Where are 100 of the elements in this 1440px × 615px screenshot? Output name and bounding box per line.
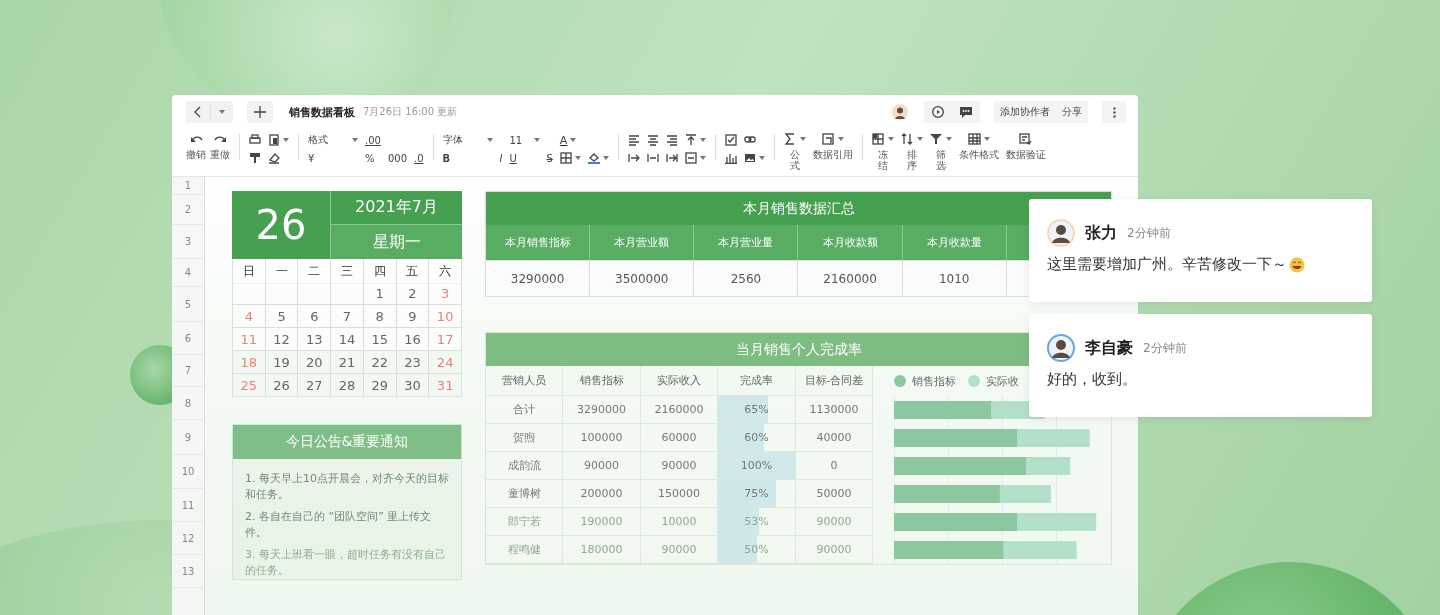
calendar-date[interactable]: 27 xyxy=(298,374,332,397)
thousands-button[interactable]: 000 xyxy=(387,151,407,165)
caret-icon[interactable] xyxy=(699,156,706,160)
caret-icon[interactable] xyxy=(916,137,923,141)
caret-icon[interactable] xyxy=(758,156,765,160)
caret-icon[interactable] xyxy=(486,138,493,142)
decimal-decrease-button[interactable]: .0 xyxy=(414,151,424,165)
calendar-date[interactable]: 26 xyxy=(265,374,299,397)
sort-icon[interactable] xyxy=(900,133,914,145)
formula-button[interactable]: 公式 xyxy=(783,132,806,171)
conditional-format-button[interactable]: 条件格式 xyxy=(958,132,999,160)
play-icon[interactable] xyxy=(932,106,944,118)
merge-cells-icon[interactable] xyxy=(684,152,697,164)
font-size-dropdown[interactable]: 11 xyxy=(509,133,540,147)
validation-icon[interactable] xyxy=(1019,133,1033,145)
decimal-increase-button[interactable]: .00 xyxy=(365,133,381,147)
calendar-date[interactable]: 15 xyxy=(363,328,397,351)
calendar-date[interactable]: 2 xyxy=(396,282,430,305)
underline-button[interactable]: U xyxy=(509,151,540,165)
calendar-date[interactable]: 30 xyxy=(396,374,430,397)
strikethrough-button[interactable]: S xyxy=(546,151,553,165)
calendar-date[interactable]: 9 xyxy=(396,305,430,328)
italic-button[interactable]: I xyxy=(499,151,503,165)
caret-icon[interactable] xyxy=(602,156,609,160)
wrap-icon[interactable] xyxy=(646,152,659,164)
freeze-icon[interactable] xyxy=(871,133,885,145)
checkbox-icon[interactable] xyxy=(724,134,737,146)
calendar-date[interactable]: 1 xyxy=(363,282,397,305)
caret-icon[interactable] xyxy=(352,138,358,142)
sort-button[interactable]: 排序 xyxy=(900,132,923,171)
font-color-button[interactable]: A xyxy=(559,133,581,147)
link-icon[interactable] xyxy=(743,134,756,146)
align-right-icon[interactable] xyxy=(665,134,678,146)
bold-button[interactable]: B xyxy=(442,151,493,165)
sigma-icon[interactable] xyxy=(783,133,797,145)
overflow-icon[interactable] xyxy=(665,152,678,164)
border-icon[interactable] xyxy=(559,152,572,164)
calendar-date[interactable]: 14 xyxy=(331,328,364,351)
clipboard-icon[interactable] xyxy=(268,134,280,146)
calendar-date[interactable]: 13 xyxy=(298,328,332,351)
table-icon[interactable] xyxy=(967,133,981,145)
calendar-date[interactable]: 23 xyxy=(396,351,430,374)
eraser-icon[interactable] xyxy=(268,152,280,164)
caret-icon[interactable] xyxy=(574,156,581,160)
caret-icon[interactable] xyxy=(283,138,289,142)
calendar-date[interactable]: 28 xyxy=(331,374,364,397)
calendar-date[interactable]: 5 xyxy=(265,305,299,328)
image-icon[interactable] xyxy=(743,152,756,164)
filter-button[interactable]: 筛选 xyxy=(929,132,952,171)
calendar-date[interactable]: 12 xyxy=(265,328,299,351)
undo-button[interactable]: 撤销 xyxy=(186,132,206,160)
comment-icon[interactable] xyxy=(960,106,972,118)
table-cell: 贺煦 xyxy=(486,424,563,452)
align-left-icon[interactable] xyxy=(627,134,640,146)
calendar-date[interactable]: 6 xyxy=(298,305,332,328)
calendar-date[interactable]: 19 xyxy=(265,351,299,374)
caret-icon[interactable] xyxy=(887,137,894,141)
align-center-icon[interactable] xyxy=(646,134,659,146)
caret-icon[interactable] xyxy=(533,138,540,142)
caret-icon[interactable] xyxy=(837,137,844,141)
calendar-date[interactable]: 8 xyxy=(363,305,397,328)
new-button[interactable] xyxy=(247,101,273,123)
printer-icon[interactable] xyxy=(249,134,261,146)
reference-icon[interactable] xyxy=(821,133,835,145)
calendar-date[interactable]: 29 xyxy=(363,374,397,397)
fill-color-icon[interactable] xyxy=(587,152,600,164)
caret-icon[interactable] xyxy=(699,138,706,142)
bar-chart-icon[interactable] xyxy=(724,152,737,164)
caret-icon[interactable] xyxy=(983,137,990,141)
avatar-icon[interactable] xyxy=(892,104,908,120)
caret-icon[interactable] xyxy=(570,138,577,142)
vertical-align-icon[interactable] xyxy=(684,134,697,146)
data-reference-button[interactable]: 数据引用 xyxy=(812,132,853,160)
calendar-date[interactable]: 22 xyxy=(363,351,397,374)
calendar-date[interactable]: 16 xyxy=(396,328,430,351)
calendar-date[interactable]: 20 xyxy=(298,351,332,374)
percent-button[interactable]: % xyxy=(365,151,381,165)
font-dropdown[interactable]: 字体 xyxy=(442,133,493,147)
plus-icon[interactable] xyxy=(254,106,266,118)
paint-brush-icon[interactable] xyxy=(249,152,261,164)
indent-icon[interactable] xyxy=(627,152,640,164)
freeze-button[interactable]: 冻结 xyxy=(871,132,894,171)
redo-icon[interactable] xyxy=(213,133,227,145)
filter-icon[interactable] xyxy=(929,133,943,145)
table-cell: 60% xyxy=(744,431,769,444)
redo-button[interactable]: 重做 xyxy=(210,132,230,160)
more-button[interactable] xyxy=(1102,101,1126,123)
caret-icon[interactable] xyxy=(219,110,225,114)
caret-icon[interactable] xyxy=(799,137,806,141)
more-icon[interactable] xyxy=(1112,106,1116,118)
weekday-header: 日 xyxy=(233,259,266,284)
back-icon[interactable] xyxy=(194,106,202,118)
calendar-date[interactable]: 7 xyxy=(331,305,364,328)
calendar-date[interactable]: 21 xyxy=(331,351,364,374)
currency-button[interactable]: ¥ xyxy=(308,151,358,165)
format-dropdown[interactable]: 格式 xyxy=(308,133,358,147)
data-validation-button[interactable]: 数据验证 xyxy=(1005,132,1046,160)
undo-icon[interactable] xyxy=(189,133,203,145)
caret-icon[interactable] xyxy=(945,137,952,141)
row-number: 3 xyxy=(172,225,204,259)
